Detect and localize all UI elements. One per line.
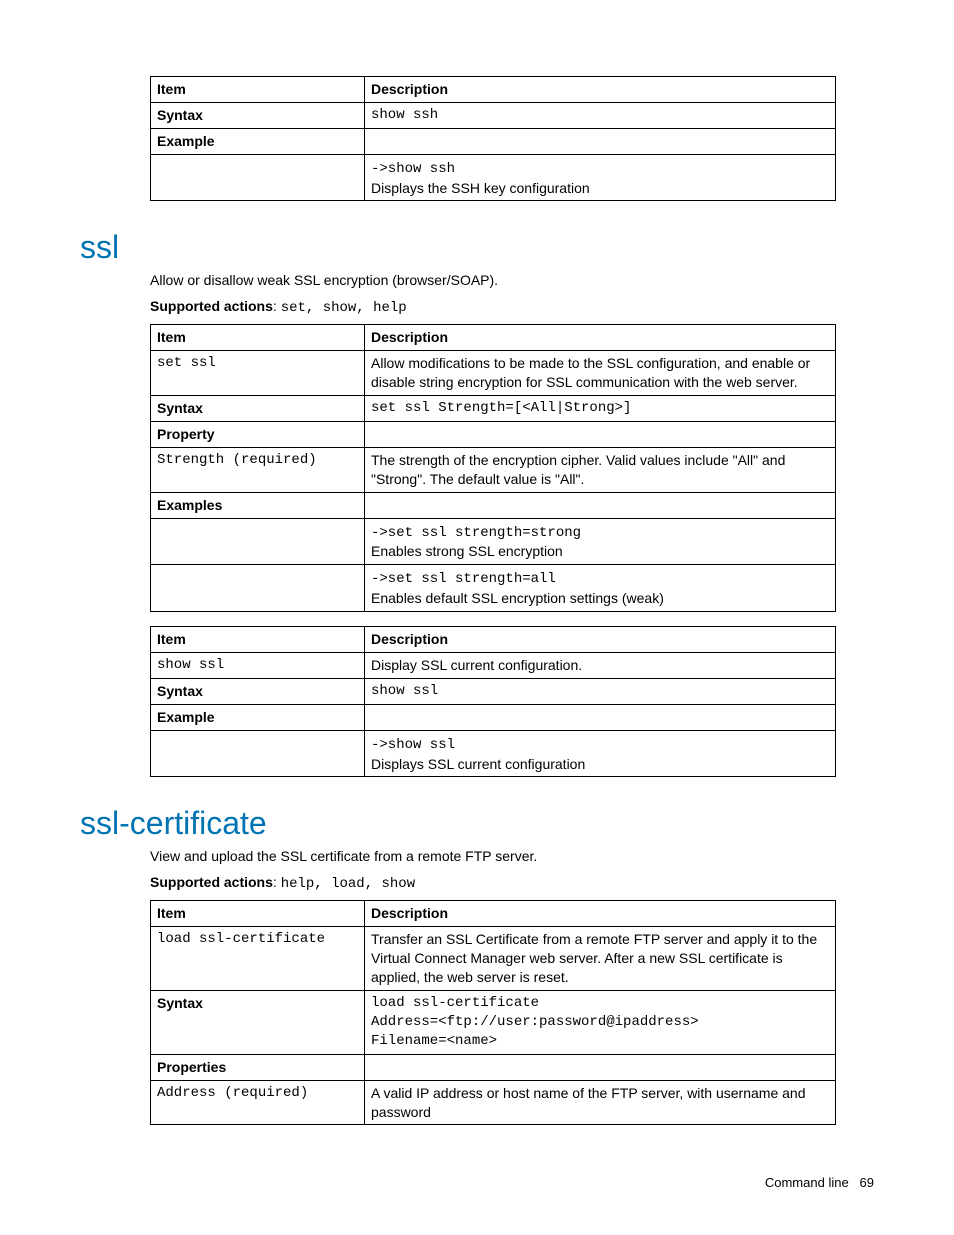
desc-line: Displays SSL current configuration xyxy=(371,756,585,772)
table-row: load ssl-certificate Transfer an SSL Cer… xyxy=(151,927,836,991)
page-content: Item Description Syntax show ssh Example… xyxy=(0,0,954,1230)
cell-item: Syntax xyxy=(151,678,365,704)
col-header-item: Item xyxy=(151,627,365,653)
col-header-desc: Description xyxy=(365,627,836,653)
cell-item: Syntax xyxy=(151,102,365,128)
cell-desc xyxy=(365,128,836,154)
cell-desc: set ssl Strength=[<All|Strong>] xyxy=(365,396,836,422)
table-row: Strength (required) The strength of the … xyxy=(151,447,836,492)
table-row: Address (required) A valid IP address or… xyxy=(151,1080,836,1125)
supported-label: Supported actions xyxy=(150,298,273,314)
table-row: ->show ssh Displays the SSH key configur… xyxy=(151,154,836,201)
cell-desc: Allow modifications to be made to the SS… xyxy=(365,351,836,396)
cell-item: Strength (required) xyxy=(151,447,365,492)
table-header-row: Item Description xyxy=(151,627,836,653)
desc-line: Enables strong SSL encryption xyxy=(371,543,563,559)
desc-line: Displays the SSH key configuration xyxy=(371,180,590,196)
page-number: 69 xyxy=(860,1175,874,1190)
cell-item xyxy=(151,730,365,777)
heading-ssl: ssl xyxy=(80,229,836,266)
table-row: Syntax show ssh xyxy=(151,102,836,128)
col-header-item: Item xyxy=(151,325,365,351)
table-row: Property xyxy=(151,422,836,448)
table-row: show ssl Display SSL current configurati… xyxy=(151,653,836,679)
desc-line: Enables default SSL encryption settings … xyxy=(371,590,664,606)
table-row: Example xyxy=(151,128,836,154)
table-row: Syntax load ssl-certificate Address=<ftp… xyxy=(151,991,836,1055)
table-header-row: Item Description xyxy=(151,325,836,351)
cell-desc: ->set ssl strength=all Enables default S… xyxy=(365,565,836,612)
cell-item xyxy=(151,154,365,201)
cell-desc: ->show ssh Displays the SSH key configur… xyxy=(365,154,836,201)
intro-ssl-certificate: View and upload the SSL certificate from… xyxy=(150,848,836,864)
cell-item: Example xyxy=(151,128,365,154)
table-row: ->set ssl strength=strong Enables strong… xyxy=(151,518,836,565)
supported-actions-ssl-certificate: Supported actions: help, load, show xyxy=(150,874,836,892)
col-header-desc: Description xyxy=(365,901,836,927)
cell-desc: ->show ssl Displays SSL current configur… xyxy=(365,730,836,777)
cell-desc xyxy=(365,492,836,518)
cell-item: Syntax xyxy=(151,396,365,422)
code-line: ->show ssh xyxy=(371,161,455,177)
table-row: Examples xyxy=(151,492,836,518)
code-line: ->set ssl strength=all xyxy=(371,571,556,587)
cell-desc xyxy=(365,422,836,448)
cell-desc: ->set ssl strength=strong Enables strong… xyxy=(365,518,836,565)
table-row: ->set ssl strength=all Enables default S… xyxy=(151,565,836,612)
cell-desc: show ssh xyxy=(365,102,836,128)
table-ssl-set: Item Description set ssl Allow modificat… xyxy=(150,324,836,612)
cell-desc xyxy=(365,704,836,730)
cell-item: Properties xyxy=(151,1054,365,1080)
supported-label: Supported actions xyxy=(150,874,273,890)
table-row: Syntax set ssl Strength=[<All|Strong>] xyxy=(151,396,836,422)
cell-desc: load ssl-certificate Address=<ftp://user… xyxy=(365,991,836,1055)
code-line: ->set ssl strength=strong xyxy=(371,525,581,541)
cell-desc: Transfer an SSL Certificate from a remot… xyxy=(365,927,836,991)
supported-list: help, load, show xyxy=(281,876,415,892)
cell-item: show ssl xyxy=(151,653,365,679)
table-header-row: Item Description xyxy=(151,77,836,103)
table-header-row: Item Description xyxy=(151,901,836,927)
table-ssl-show: Item Description show ssl Display SSL cu… xyxy=(150,626,836,777)
code-line: ->show ssl xyxy=(371,737,455,753)
table-row: Properties xyxy=(151,1054,836,1080)
cell-item: load ssl-certificate xyxy=(151,927,365,991)
col-header-item: Item xyxy=(151,901,365,927)
intro-ssl: Allow or disallow weak SSL encryption (b… xyxy=(150,272,836,288)
heading-ssl-certificate: ssl-certificate xyxy=(80,805,836,842)
table-row: Syntax show ssl xyxy=(151,678,836,704)
footer-label: Command line xyxy=(765,1175,849,1190)
table-ssl-certificate: Item Description load ssl-certificate Tr… xyxy=(150,900,836,1125)
cell-desc: A valid IP address or host name of the F… xyxy=(365,1080,836,1125)
cell-desc: The strength of the encryption cipher. V… xyxy=(365,447,836,492)
col-header-desc: Description xyxy=(365,77,836,103)
cell-desc: show ssl xyxy=(365,678,836,704)
table-row: ->show ssl Displays SSL current configur… xyxy=(151,730,836,777)
table-row: Example xyxy=(151,704,836,730)
footer: Command line 69 xyxy=(80,1175,836,1190)
col-header-item: Item xyxy=(151,77,365,103)
cell-item: Examples xyxy=(151,492,365,518)
cell-item xyxy=(151,518,365,565)
table-row: set ssl Allow modifications to be made t… xyxy=(151,351,836,396)
cell-desc: Display SSL current configuration. xyxy=(365,653,836,679)
cell-desc xyxy=(365,1054,836,1080)
cell-item xyxy=(151,565,365,612)
supported-list: set, show, help xyxy=(281,300,407,316)
cell-item: Property xyxy=(151,422,365,448)
cell-item: Address (required) xyxy=(151,1080,365,1125)
col-header-desc: Description xyxy=(365,325,836,351)
cell-item: Syntax xyxy=(151,991,365,1055)
cell-item: set ssl xyxy=(151,351,365,396)
cell-item: Example xyxy=(151,704,365,730)
supported-actions-ssl: Supported actions: set, show, help xyxy=(150,298,836,316)
table-ssh: Item Description Syntax show ssh Example… xyxy=(150,76,836,201)
